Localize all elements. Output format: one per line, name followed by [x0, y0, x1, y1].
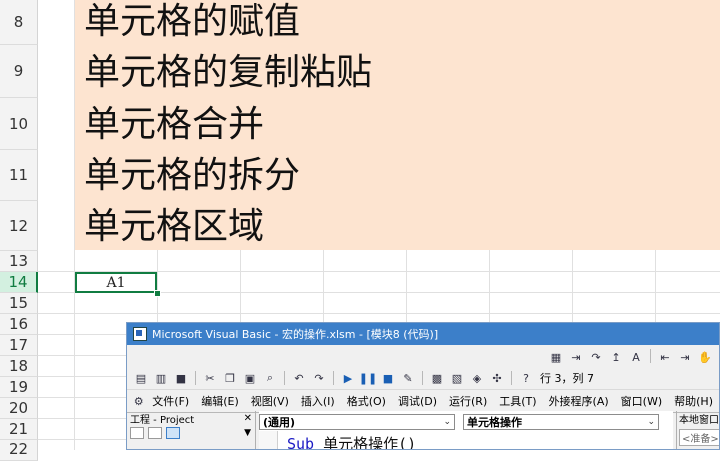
procedure-combo-value: 单元格操作 — [467, 416, 522, 429]
cell-row-11[interactable]: 单元格的拆分 — [84, 156, 300, 196]
row-header-15[interactable]: 15 — [0, 293, 38, 314]
vba-app-icon — [133, 327, 147, 341]
pause-icon[interactable]: ❚❚ — [359, 370, 377, 386]
chevron-down-icon[interactable]: ▼ — [244, 428, 251, 438]
toolbox-icon[interactable]: ✣ — [489, 370, 505, 386]
toolbar-separator — [284, 371, 285, 385]
quick-watch-icon[interactable]: A — [628, 349, 644, 365]
step-into-icon[interactable]: ⇥ — [568, 349, 584, 365]
menu-debug[interactable]: 调试(D) — [398, 393, 437, 409]
selected-cell-a14[interactable]: A1 — [75, 272, 157, 293]
toggle-folders-button[interactable] — [166, 427, 180, 439]
properties-icon[interactable]: ▧ — [449, 370, 465, 386]
menu-insert[interactable]: 插入(I) — [301, 393, 335, 409]
step-over-icon[interactable]: ↷ — [588, 349, 604, 365]
project-explorer-icon[interactable]: ▩ — [429, 370, 445, 386]
toolbar-separator — [650, 349, 651, 363]
outdent-icon[interactable]: ⇥ — [677, 349, 693, 365]
row-header-16[interactable]: 16 — [0, 314, 38, 335]
redo-icon[interactable]: ↷ — [311, 370, 327, 386]
row-header-14[interactable]: 14 — [0, 272, 38, 293]
code-line-1[interactable]: Sub 单元格操作() — [287, 433, 417, 450]
vbe-title-bar[interactable]: Microsoft Visual Basic - 宏的操作.xlsm - [模块… — [127, 323, 719, 345]
toolbar-separator — [333, 371, 334, 385]
row-header-8[interactable]: 8 — [0, 0, 38, 45]
project-pane-title-text: 工程 - Project — [130, 414, 195, 426]
object-browser-icon[interactable]: ◈ — [469, 370, 485, 386]
debug-toolbar: ▦ ⇥ ↷ ↥ A ⇤ ⇥ ✋ — [546, 349, 715, 365]
vba-menu-icon[interactable]: ⚙ — [133, 393, 144, 409]
menu-edit[interactable]: 编辑(E) — [201, 393, 239, 409]
cut-icon[interactable]: ✂ — [202, 370, 218, 386]
code-margin[interactable] — [259, 431, 278, 449]
toolbar-separator — [195, 371, 196, 385]
chevron-down-icon[interactable]: ⌄ — [443, 417, 454, 427]
row-header-20[interactable]: 20 — [0, 398, 38, 419]
save-icon[interactable]: ■ — [173, 370, 189, 386]
locals-value: <准备> — [679, 429, 719, 446]
code-procedure-name: 单元格操作() — [314, 435, 417, 450]
cursor-position: 行 3，列 7 — [540, 372, 594, 385]
toolbar-separator — [422, 371, 423, 385]
object-combo-value: (通用) — [263, 416, 296, 429]
code-keyword: Sub — [287, 435, 315, 450]
menu-format[interactable]: 格式(O) — [347, 393, 386, 409]
toolbar-separator — [511, 371, 512, 385]
close-icon[interactable]: ✕ — [244, 413, 252, 424]
reset-icon[interactable]: ■ — [380, 370, 396, 386]
menu-view[interactable]: 视图(V) — [251, 393, 289, 409]
object-combo[interactable]: (通用) ⌄ — [259, 414, 455, 430]
column-a-gridline — [74, 0, 75, 450]
run-icon[interactable]: ▶ — [340, 370, 356, 386]
view-excel-icon[interactable]: ▤ — [133, 370, 149, 386]
menu-help[interactable]: 帮助(H) — [674, 393, 713, 409]
cell-row-10[interactable]: 单元格合并 — [84, 105, 264, 145]
design-mode-icon[interactable]: ✎ — [400, 370, 416, 386]
procedure-combo[interactable]: 单元格操作 ⌄ — [463, 414, 659, 430]
row-header-19[interactable]: 19 — [0, 377, 38, 398]
hand-icon[interactable]: ✋ — [697, 349, 713, 365]
menu-bar: ⚙ 文件(F) 编辑(E) 视图(V) 插入(I) 格式(O) 调试(D) 运行… — [127, 390, 719, 413]
code-pane[interactable]: (通用) ⌄ 单元格操作 ⌄ Sub 单元格操作() — [259, 411, 673, 450]
menu-window[interactable]: 窗口(W) — [621, 393, 662, 409]
view-code-button[interactable] — [130, 427, 144, 439]
project-pane-title: 工程 - Project ✕ — [127, 411, 255, 426]
indent-icon[interactable]: ⇤ — [657, 349, 673, 365]
vbe-title-text: Microsoft Visual Basic - 宏的操作.xlsm - [模块… — [152, 328, 439, 341]
step-out-icon[interactable]: ↥ — [608, 349, 624, 365]
toggle-breakpoint-icon[interactable]: ▦ — [548, 349, 564, 365]
row-header-10[interactable]: 10 — [0, 98, 38, 150]
menu-file[interactable]: 文件(F) — [152, 393, 189, 409]
cell-row-9[interactable]: 单元格的复制粘贴 — [84, 53, 372, 93]
menu-addins[interactable]: 外接程序(A) — [549, 393, 609, 409]
project-pane-toolbar: ▼ — [127, 425, 255, 441]
row-header-12[interactable]: 12 — [0, 201, 38, 251]
locals-pane-title: 本地窗口 — [679, 414, 719, 426]
row-header-21[interactable]: 21 — [0, 419, 38, 440]
fill-handle[interactable] — [154, 290, 161, 297]
chevron-down-icon[interactable]: ⌄ — [647, 417, 658, 427]
help-icon[interactable]: ? — [518, 370, 534, 386]
row-header-11[interactable]: 11 — [0, 150, 38, 201]
insert-module-icon[interactable]: ▥ — [153, 370, 169, 386]
row-header-13[interactable]: 13 — [0, 251, 38, 272]
undo-icon[interactable]: ↶ — [291, 370, 307, 386]
standard-toolbar: ▤ ▥ ■ ✂ ❐ ▣ ⌕ ↶ ↷ ▶ ❚❚ ■ ✎ ▩ ▧ ◈ ✣ ? 行 3… — [127, 367, 719, 390]
vba-editor-window[interactable]: Microsoft Visual Basic - 宏的操作.xlsm - [模块… — [126, 322, 720, 450]
row-header-17[interactable]: 17 — [0, 335, 38, 356]
menu-tools[interactable]: 工具(T) — [499, 393, 536, 409]
view-object-button[interactable] — [148, 427, 162, 439]
cell-row-12[interactable]: 单元格区域 — [84, 207, 264, 247]
row-header-9[interactable]: 9 — [0, 45, 38, 98]
menu-run[interactable]: 运行(R) — [449, 393, 487, 409]
row-header-18[interactable]: 18 — [0, 356, 38, 377]
gridline — [38, 313, 720, 314]
paste-icon[interactable]: ▣ — [242, 370, 258, 386]
cell-row-8[interactable]: 单元格的赋值 — [84, 2, 300, 42]
find-icon[interactable]: ⌕ — [262, 370, 278, 386]
row-header-22[interactable]: 22 — [0, 440, 38, 461]
project-pane: 工程 - Project ✕ ▼ — [127, 411, 256, 449]
locals-pane: 本地窗口 <准备> — [676, 411, 719, 449]
copy-icon[interactable]: ❐ — [222, 370, 238, 386]
